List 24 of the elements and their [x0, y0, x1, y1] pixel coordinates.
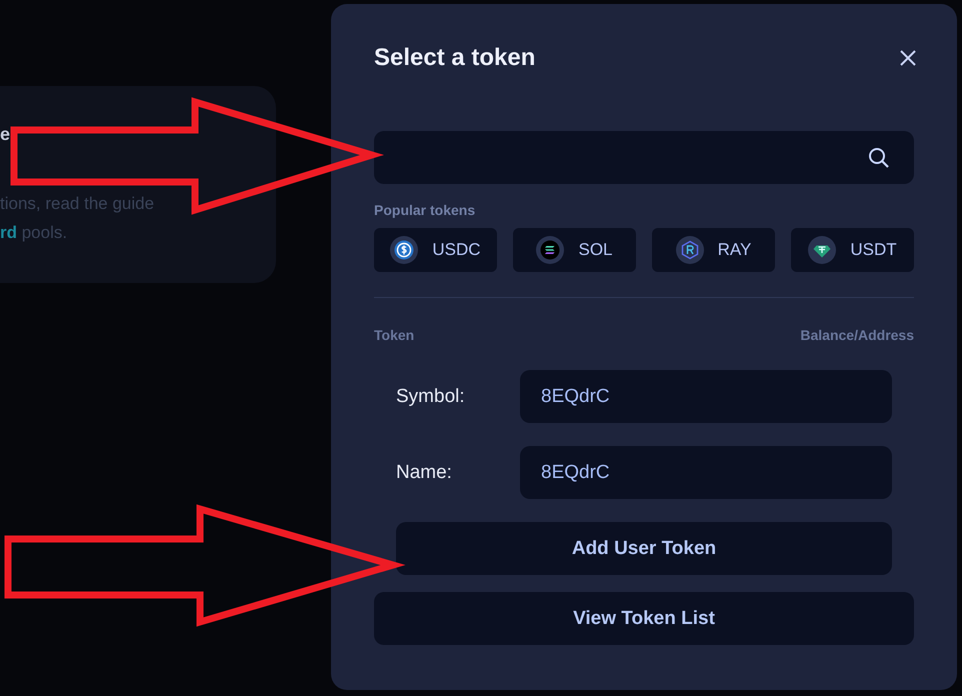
- token-button[interactable]: RAY: [652, 228, 775, 272]
- column-header: Token: [374, 327, 414, 343]
- column-header: Balance/Address: [800, 327, 914, 343]
- close-icon: [900, 50, 916, 66]
- search-field[interactable]: [374, 131, 914, 184]
- coin-icon: [676, 236, 704, 264]
- coin-icon: [536, 236, 564, 264]
- field-label: Symbol:: [396, 386, 466, 408]
- card-text: rd pools.: [0, 222, 68, 244]
- input-field[interactable]: 8EQdrC: [520, 370, 892, 423]
- token-button[interactable]: USDC: [374, 228, 497, 272]
- view-list-button[interactable]: View Token List: [374, 592, 914, 645]
- token-button[interactable]: SOL: [513, 228, 636, 272]
- card-text: tions, read the guide: [0, 193, 154, 215]
- coin-icon: [808, 236, 836, 264]
- search-icon: [868, 146, 890, 168]
- token-button[interactable]: USDT: [791, 228, 914, 272]
- input-field[interactable]: 8EQdrC: [520, 446, 892, 499]
- coin-icon: [390, 236, 418, 264]
- add-token-button[interactable]: Add User Token: [396, 522, 892, 575]
- card-title: e: [0, 124, 10, 145]
- field-label: Name:: [396, 462, 453, 484]
- dialog-title: Select a token: [374, 44, 536, 72]
- section-label: Popular tokens: [374, 202, 476, 218]
